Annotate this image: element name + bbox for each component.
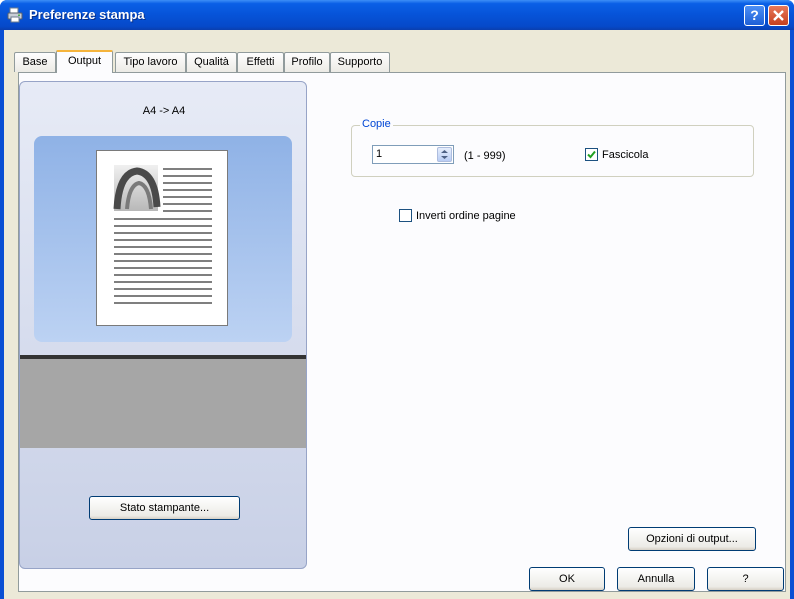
printer-status-button[interactable]: Stato stampante...: [89, 496, 240, 520]
paper-size-label: A4 -> A4: [142, 105, 186, 117]
copies-group: Copie 1 (1 - 999) Fascicola: [351, 118, 754, 177]
tab-label: Qualità: [194, 56, 229, 68]
ok-button[interactable]: OK: [529, 567, 605, 591]
output-options-button[interactable]: Opzioni di output...: [628, 527, 756, 551]
title-bar[interactable]: Preferenze stampa ?: [0, 0, 794, 30]
copies-spinner[interactable]: 1: [372, 145, 454, 164]
copies-range: (1 - 999): [464, 150, 506, 162]
close-icon: [773, 10, 784, 21]
page-preview: [34, 136, 292, 342]
collate-checkbox[interactable]: [585, 148, 598, 161]
tab-base[interactable]: Base: [14, 52, 56, 72]
tab-qualita[interactable]: Qualità: [186, 52, 237, 72]
spinner-arrows-icon: [441, 150, 448, 159]
button-label: Stato stampante...: [119, 502, 210, 514]
button-label: Annulla: [637, 573, 675, 585]
dialog-client: Base Output Tipo lavoro Qualità Effetti …: [4, 30, 790, 599]
printer-icon: [7, 7, 23, 23]
close-button[interactable]: [768, 5, 789, 26]
reverse-order-label[interactable]: Inverti ordine pagine: [416, 210, 516, 222]
help-title-button[interactable]: ?: [744, 5, 765, 26]
cancel-button[interactable]: Annulla: [617, 567, 695, 591]
tab-label: Profilo: [291, 56, 323, 68]
tab-output[interactable]: Output: [56, 50, 113, 73]
preview-frame: A4 -> A4 Stato stampante...: [19, 81, 307, 569]
tab-label: Tipo lavoro: [123, 56, 178, 68]
tab-label: Effetti: [246, 56, 275, 68]
print-preferences-window: Preferenze stampa ? Base Output Tipo lav…: [0, 0, 794, 599]
preview-page: [96, 150, 228, 326]
copies-group-label: Copie: [360, 118, 393, 130]
tab-label: Supporto: [337, 56, 383, 68]
reverse-order-checkbox[interactable]: [399, 209, 412, 222]
button-label: ?: [742, 573, 749, 585]
tab-effetti[interactable]: Effetti: [237, 52, 284, 72]
copies-value[interactable]: 1: [376, 148, 382, 160]
spinner-arrows[interactable]: [437, 147, 452, 162]
page-layout-illustration: [113, 165, 212, 304]
button-label: Opzioni di output...: [646, 533, 738, 545]
preview-info-area: [20, 359, 306, 448]
output-tab-panel: A4 -> A4 Stato stampante... Copie 1 (1 -…: [18, 72, 786, 592]
tab-label: Base: [22, 56, 48, 68]
tab-label: Output: [67, 55, 102, 67]
help-button[interactable]: ?: [707, 567, 784, 591]
window-title: Preferenze stampa: [29, 7, 145, 22]
tab-supporto[interactable]: Supporto: [330, 52, 390, 72]
collate-label[interactable]: Fascicola: [602, 149, 648, 161]
tab-tipo-lavoro[interactable]: Tipo lavoro: [115, 52, 186, 72]
tab-profilo[interactable]: Profilo: [284, 52, 330, 72]
checkmark-icon: [587, 150, 596, 159]
button-label: OK: [559, 573, 575, 585]
